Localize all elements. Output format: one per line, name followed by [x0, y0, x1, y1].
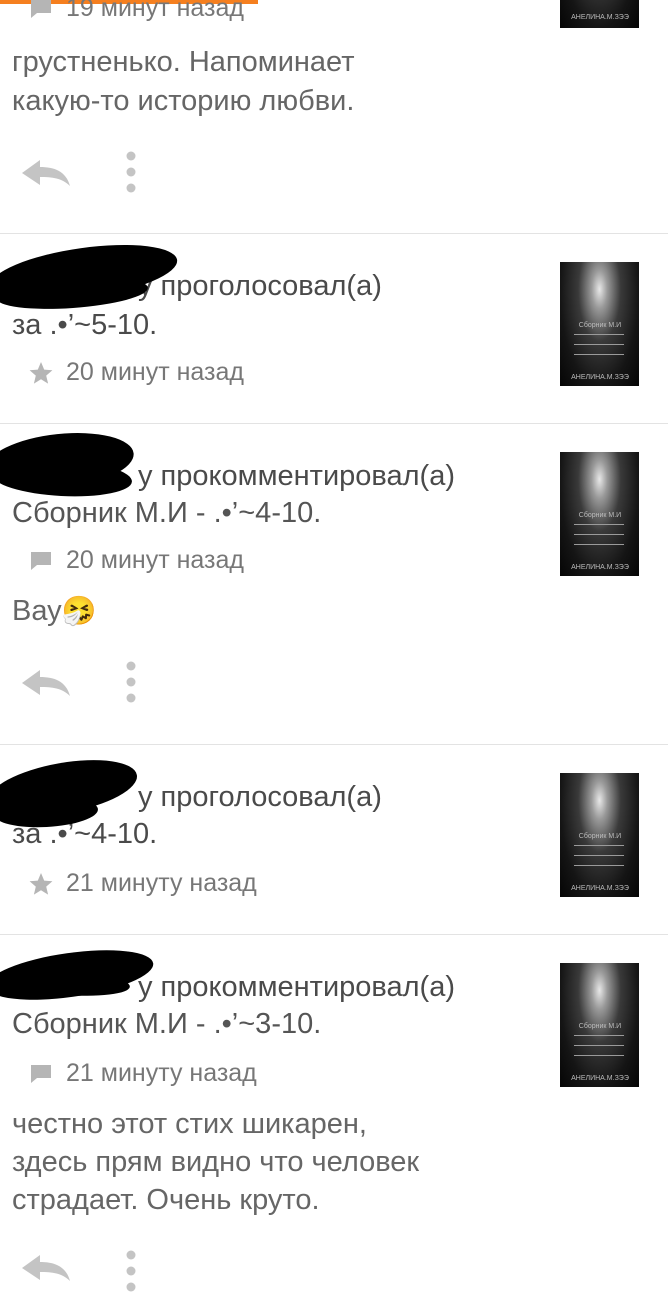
comment-line: здесь прям видно что человек — [12, 1146, 420, 1178]
feed-item: у проголосовал(а) за .•’~4-10. 21 минуту… — [0, 745, 668, 935]
book-cover-thumbnail[interactable]: Сборник М.И АНЕЛИНА.М.ЗЭЭ — [560, 963, 639, 1087]
comment-line: какую-то историю любви. — [12, 85, 355, 117]
activity-target[interactable]: за .•’~5-10. — [12, 306, 157, 344]
comment-line: Вау — [12, 595, 62, 627]
cover-author: АНЕЛИНА.М.ЗЭЭ — [571, 14, 629, 21]
timestamp-row: 20 минут назад — [28, 358, 244, 387]
comment-line: грустненько. Напоминает — [12, 46, 355, 78]
more-options-icon[interactable] — [122, 150, 140, 194]
cover-line — [574, 354, 624, 355]
book-cover-thumbnail[interactable]: Сборник М.И АНЕЛИНА.М.ЗЭЭ — [560, 452, 639, 576]
comment-icon — [28, 548, 54, 574]
timestamp-row: 21 минуту назад — [28, 1059, 257, 1088]
cover-line — [574, 344, 624, 345]
comment-icon — [28, 0, 54, 22]
feed-item: у прокомментировал(а) Сборник М.И - .•’~… — [0, 424, 668, 745]
book-cover-thumbnail[interactable]: Сборник М.И АНЕЛИНА.М.ЗЭЭ — [560, 773, 639, 897]
sneezing-face-emoji: 🤧 — [61, 595, 97, 626]
comment-line: честно этот стих шикарен, — [12, 1108, 367, 1140]
timestamp-row: 21 минуту назад — [28, 869, 257, 898]
cover-title: Сборник М.И — [578, 1023, 622, 1030]
cover-author: АНЕЛИНА.М.ЗЭЭ — [571, 564, 629, 571]
activity-target[interactable]: Сборник М.И - .•’~3-10. — [12, 1005, 321, 1043]
book-cover-thumbnail[interactable]: АНЕЛИНА.М.ЗЭЭ — [560, 0, 639, 28]
cover-line — [574, 855, 624, 856]
cover-title: Сборник М.И — [578, 322, 622, 329]
cover-line — [574, 544, 624, 545]
star-icon — [28, 360, 54, 386]
cover-line — [574, 534, 624, 535]
cover-author: АНЕЛИНА.М.ЗЭЭ — [571, 885, 629, 892]
feed-item: 19 минут назад АНЕЛИНА.М.ЗЭЭ грустненько… — [0, 0, 668, 234]
cover-title: Сборник М.И — [578, 512, 622, 519]
reply-icon[interactable] — [20, 668, 72, 698]
feed-item: у проголосовал(а) за .•’~5-10. 20 минут … — [0, 234, 668, 424]
timestamp: 20 минут назад — [66, 358, 244, 386]
timestamp-row: 19 минут назад — [28, 0, 244, 23]
more-options-icon[interactable] — [122, 1249, 140, 1293]
cover-line — [574, 1045, 624, 1046]
comment-icon — [28, 1061, 54, 1087]
cover-line — [574, 524, 624, 525]
star-icon — [28, 871, 54, 897]
activity-target[interactable]: Сборник М.И - .•’~4-10. — [12, 494, 321, 532]
timestamp-row: 20 минут назад — [28, 546, 244, 575]
reply-icon[interactable] — [20, 1253, 72, 1283]
cover-author: АНЕЛИНА.М.ЗЭЭ — [571, 374, 629, 381]
cover-line — [574, 1035, 624, 1036]
reply-icon[interactable] — [20, 158, 72, 188]
cover-line — [574, 334, 624, 335]
feed-item: у прокомментировал(а) Сборник М.И - .•’~… — [0, 935, 668, 1292]
cover-line — [574, 865, 624, 866]
more-options-icon[interactable] — [122, 660, 140, 704]
timestamp: 20 минут назад — [66, 546, 244, 574]
cover-line — [574, 845, 624, 846]
timestamp: 21 минуту назад — [66, 869, 257, 897]
timestamp: 21 минуту назад — [66, 1059, 257, 1087]
activity-action: у прокомментировал(а) — [138, 971, 455, 1003]
timestamp: 19 минут назад — [66, 0, 244, 22]
cover-author: АНЕЛИНА.М.ЗЭЭ — [571, 1075, 629, 1082]
activity-action: у проголосовал(а) — [138, 270, 382, 302]
activity-action: у прокомментировал(а) — [138, 460, 455, 492]
comment-line: страдает. Очень круто. — [12, 1184, 320, 1216]
comment-text: Вау🤧 — [12, 592, 97, 630]
book-cover-thumbnail[interactable]: Сборник М.И АНЕЛИНА.М.ЗЭЭ — [560, 262, 639, 386]
activity-action: у проголосовал(а) — [138, 781, 382, 813]
cover-title: Сборник М.И — [578, 833, 622, 840]
cover-line — [574, 1055, 624, 1056]
